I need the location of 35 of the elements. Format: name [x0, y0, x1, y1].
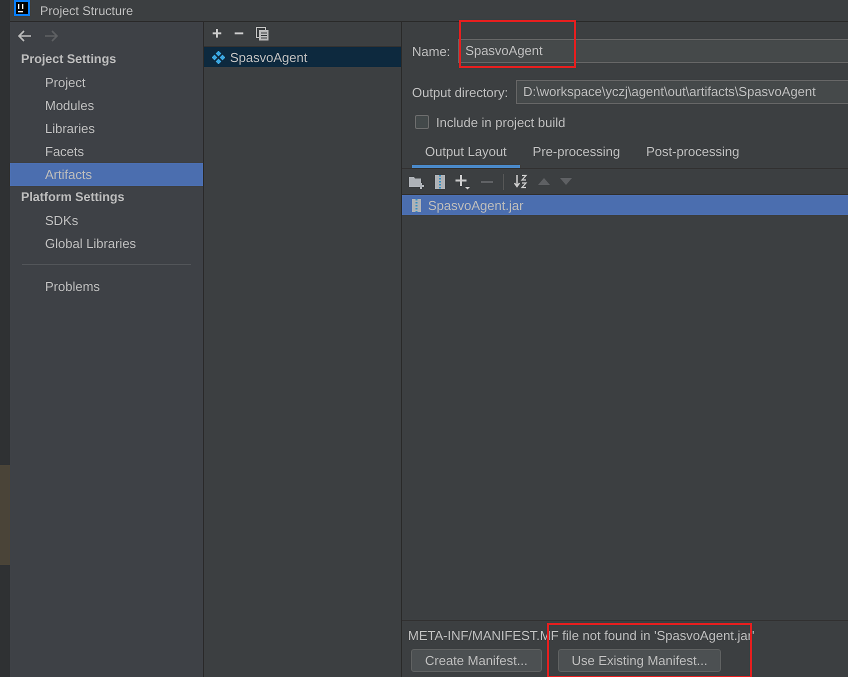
tab[interactable]: Pre-processing — [520, 141, 634, 168]
app-logo-icon — [14, 0, 30, 16]
window-title: Project Structure — [40, 4, 134, 18]
new-folder-icon[interactable] — [409, 174, 425, 188]
artifact-item[interactable]: SpasvoAgent — [204, 47, 401, 67]
remove-button[interactable]: − — [234, 24, 244, 44]
sidebar-item[interactable]: Global Libraries — [10, 232, 203, 255]
add-button[interactable]: + — [212, 24, 222, 44]
sort-icon[interactable] — [514, 174, 528, 189]
sidebar-item[interactable]: Problems — [10, 275, 203, 298]
checkbox-label: Include in project build — [436, 114, 566, 130]
sidebar-item[interactable]: SDKs — [10, 209, 203, 232]
section-heading: Project Settings — [20, 51, 118, 68]
tab[interactable]: Post-processing — [633, 141, 752, 168]
archive-icon — [412, 198, 421, 212]
layout-item-label: SpasvoAgent.jar — [428, 198, 524, 212]
dialog-button[interactable]: Use Existing Manifest... — [558, 649, 722, 672]
sidebar-item[interactable]: Modules — [10, 94, 203, 117]
sidebar-item[interactable]: Facets — [10, 140, 203, 163]
output-directory-label: Output directory: — [412, 84, 508, 100]
section-heading: Platform Settings — [20, 189, 126, 206]
artifact-icon — [212, 50, 225, 64]
dialog-button[interactable]: Create Manifest... — [411, 649, 542, 672]
checkbox[interactable] — [415, 115, 429, 129]
copy-icon[interactable] — [256, 27, 269, 41]
back-arrow-icon[interactable] — [18, 30, 32, 42]
sidebar-item[interactable]: Project — [10, 71, 203, 94]
output-directory-field[interactable]: D:\workspace\yczj\agent\out\artifacts\SpasvoAgent — [516, 80, 848, 104]
name-field[interactable]: SpasvoAgent — [458, 39, 848, 63]
archive-icon[interactable] — [435, 174, 445, 188]
tab[interactable]: Output Layout — [412, 141, 520, 168]
sidebar-item[interactable]: Libraries — [10, 117, 203, 140]
add-dropdown-icon[interactable] — [455, 174, 471, 190]
name-label: Name: — [412, 44, 450, 58]
artifact-label: SpasvoAgent — [230, 50, 308, 64]
